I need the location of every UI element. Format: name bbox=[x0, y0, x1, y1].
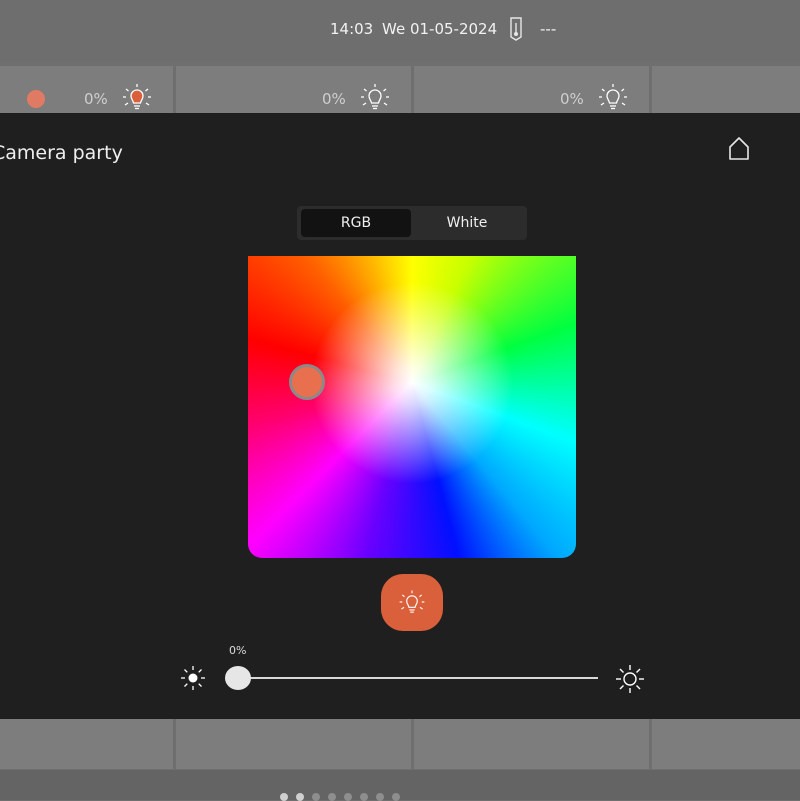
light-tile-1[interactable]: 0% bbox=[0, 66, 173, 116]
temperature-value: --- bbox=[540, 20, 557, 38]
bulb-icon bbox=[120, 82, 154, 112]
sun-dim-icon[interactable] bbox=[179, 664, 207, 692]
color-wheel[interactable] bbox=[248, 256, 576, 558]
tab-rgb[interactable]: RGB bbox=[301, 209, 411, 237]
bulb-icon bbox=[399, 590, 425, 613]
tile-percent: 0% bbox=[84, 90, 108, 108]
tile-bottom-3[interactable] bbox=[414, 719, 649, 769]
light-tile-3[interactable]: 0% bbox=[414, 66, 649, 116]
light-control-panel: Camera party RGB White 0% bbox=[0, 113, 800, 719]
clock-time: 14:03 bbox=[330, 20, 374, 38]
bottom-strip bbox=[0, 770, 800, 800]
color-picker-handle[interactable] bbox=[289, 364, 325, 400]
panel-title: Camera party bbox=[0, 142, 123, 164]
tile-bottom-1[interactable] bbox=[0, 719, 173, 769]
tile-percent: 0% bbox=[322, 90, 346, 108]
home-icon[interactable] bbox=[726, 135, 752, 161]
tile-percent: 0% bbox=[560, 90, 584, 108]
brightness-slider-thumb[interactable] bbox=[225, 666, 251, 690]
brightness-slider-track[interactable] bbox=[238, 677, 598, 679]
thermometer-icon bbox=[508, 17, 524, 41]
light-toggle-button[interactable] bbox=[381, 574, 443, 631]
tile-bottom-4[interactable] bbox=[652, 719, 800, 769]
light-tile-2[interactable]: 0% bbox=[176, 66, 411, 116]
sun-bright-icon[interactable] bbox=[615, 664, 645, 694]
tab-white[interactable]: White bbox=[412, 209, 522, 237]
bulb-icon bbox=[596, 82, 630, 112]
clock-date: We 01-05-2024 bbox=[382, 20, 498, 38]
color-mode-switch: RGB White bbox=[297, 206, 527, 240]
brightness-value: 0% bbox=[229, 644, 247, 657]
status-bar: 14:03 We 01-05-2024 --- bbox=[0, 0, 800, 62]
light-tile-4[interactable] bbox=[652, 66, 800, 116]
bulb-icon bbox=[358, 82, 392, 112]
tile-bottom-2[interactable] bbox=[176, 719, 411, 769]
color-dot bbox=[27, 90, 45, 108]
